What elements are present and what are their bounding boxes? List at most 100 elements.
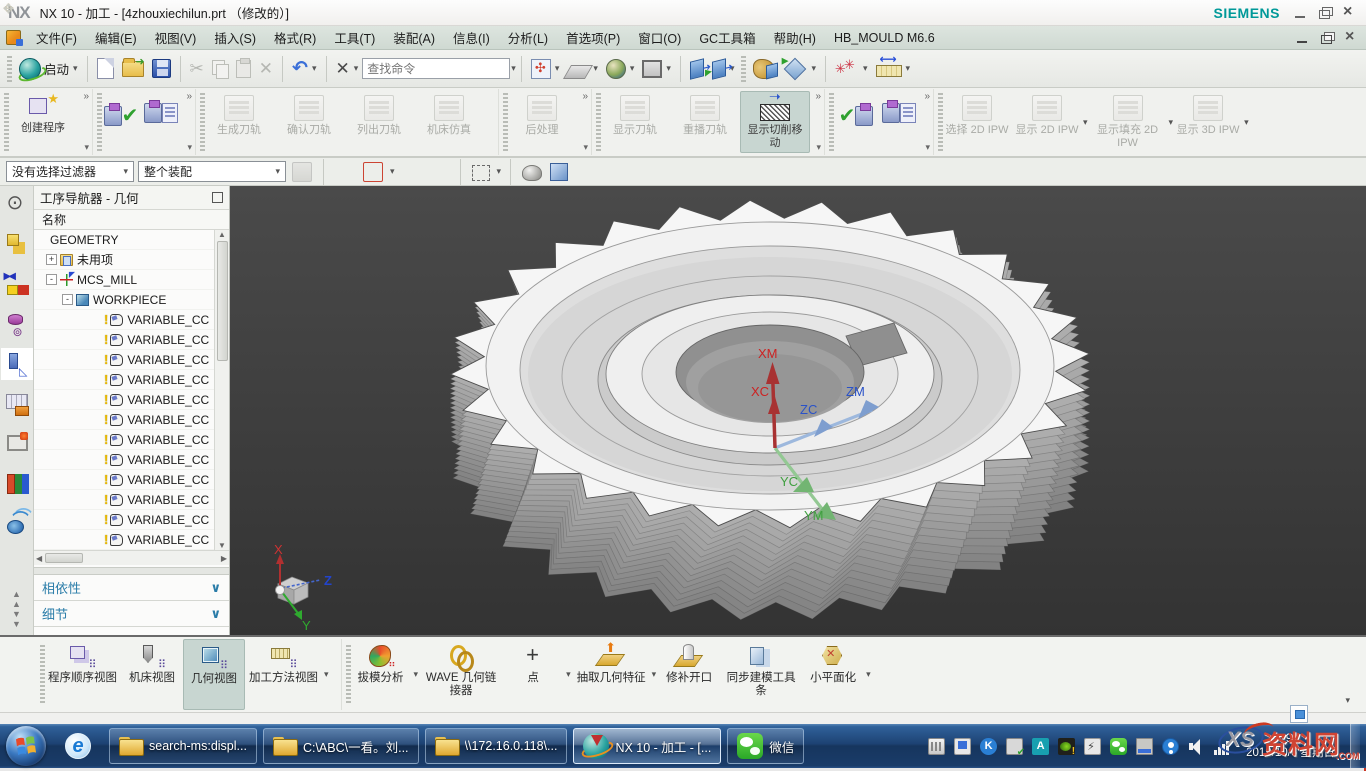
usb-tray-icon[interactable] [954,738,971,755]
dependencies-section[interactable]: 相依性∨ [34,575,229,601]
selection-scope-dropdown[interactable]: 整个装配▾ [138,161,286,182]
toolbar-grip-2[interactable] [741,56,746,82]
open-file-button[interactable] [118,59,148,79]
bottom-toolbar-button[interactable]: 点 [502,639,564,710]
part-navigator-icon[interactable] [5,312,29,336]
measure-button[interactable]: ▾ [831,57,872,81]
bottom-toolbar-button[interactable]: 抽取几何特征 [573,639,650,710]
tree-row[interactable]: ! GEOMETRY [34,230,214,250]
snap-point-icon-2[interactable] [363,162,383,182]
start-menu-button[interactable]: 启动▾ [15,56,82,82]
tree-row[interactable]: ! VARIABLE_CC [34,390,214,410]
web-browser-icon[interactable] [5,512,29,536]
edit-section-button[interactable]: ▾ [708,58,739,80]
tree-row[interactable]: ! VARIABLE_CC [34,510,214,530]
graphics-viewport[interactable]: XM XC ZM ZC YC YM X Z Y [230,186,1366,635]
check-workpiece-button[interactable]: ✔ [833,91,879,153]
roles-gear-icon[interactable] [5,192,29,216]
show-desktop-button[interactable] [1350,724,1360,768]
tree-horizontal-scrollbar[interactable]: ◀▶ [34,550,229,565]
minimize-button[interactable] [1294,7,1308,19]
tree-row[interactable]: ! VARIABLE_CC [34,430,214,450]
rectangle-select-icon[interactable] [472,165,490,181]
move-component-button[interactable]: ▾ [779,57,820,81]
doc-minimize-button[interactable] [1296,32,1310,44]
start-orb[interactable] [6,726,46,766]
render-style-button[interactable]: ▾ [602,57,639,81]
fit-view-button[interactable]: ▾ [527,57,564,81]
menu-item[interactable]: 首选项(P) [557,25,629,50]
menu-item[interactable]: 格式(R) [265,25,325,50]
menu-item[interactable]: 帮助(H) [765,25,825,50]
assembly-constraints-button[interactable] [749,57,779,81]
power-plug-tray-icon[interactable] [1084,738,1101,755]
tree-row[interactable]: ! VARIABLE_CC [34,350,214,370]
toolbar-overflow-caret[interactable]: ▾ [1339,695,1356,710]
display-tray-icon[interactable] [1136,738,1153,755]
taskbar-browser-button[interactable]: e [56,728,100,764]
new-file-button[interactable] [93,56,118,81]
navigator-pin-button[interactable] [212,192,223,203]
doc-close-button[interactable] [1344,32,1358,44]
snap-point-icon-1[interactable] [335,162,355,182]
menu-item[interactable]: 文件(F) [27,25,86,50]
button-caret[interactable]: ▾ [324,669,329,680]
workpiece-list-button[interactable] [879,91,919,153]
command-finder[interactable] [362,58,510,79]
bottom-toolbar-button[interactable]: 几何视图 [183,639,245,710]
save-button[interactable] [148,57,175,80]
taskbar-app-button[interactable]: \\172.16.0.118\... [425,728,568,764]
finder-caret[interactable]: ▾ [511,63,516,74]
snap-point-icon-4[interactable] [429,162,449,182]
selection-filter-dropdown[interactable]: 没有选择过滤器▾ [6,161,134,182]
bottom-toolbar-button[interactable]: 小平面化 [802,639,864,710]
create-tool-button[interactable]: ✔ [101,91,141,153]
doc-restore-button[interactable] [1320,32,1334,44]
bottom-toolbar-button[interactable]: 程序顺序视图 [44,639,121,710]
show-cutting-moves-button[interactable]: 显示切削移动 [740,91,810,153]
taskbar-app-button[interactable]: NX 10 - 加工 - [... [573,728,721,764]
menu-item[interactable]: GC工具箱 [690,25,764,50]
machine-navigator-icon[interactable] [5,392,29,416]
tree-row[interactable]: - ! WORKPIECE [34,290,214,310]
bottom-toolbar-button[interactable]: 同步建模工具条 [720,639,802,710]
tree-row[interactable]: ! VARIABLE_CC [34,490,214,510]
tree-expander[interactable]: - [46,274,57,285]
create-program-button[interactable]: 创建程序 [8,91,78,153]
resource-bar-arrows[interactable]: ▲▲▼▼ [12,589,21,629]
snap-point-icon-3[interactable] [401,162,421,182]
menu-item[interactable]: 插入(S) [205,25,265,50]
tree-row[interactable]: ! VARIABLE_CC [34,530,214,550]
keyboard-tray-icon[interactable] [928,738,945,755]
tree-vertical-scrollbar[interactable]: ▲▼ [214,230,229,550]
bottom-toolbar-button[interactable]: 修补开口 [658,639,720,710]
button-caret[interactable]: ▾ [414,669,419,680]
menu-item[interactable]: 窗口(O) [629,25,690,50]
tree-expander[interactable]: + [46,254,57,265]
background-button[interactable]: ▾ [638,58,675,80]
tree-row[interactable]: ! VARIABLE_CC [34,410,214,430]
bottom-toolbar-button[interactable]: 拔模分析 [350,639,412,710]
button-caret[interactable]: ▾ [866,669,871,680]
orient-view-button[interactable]: ▾ [563,57,602,81]
details-section[interactable]: 细节∨ [34,601,229,627]
operation-navigator-icon[interactable] [5,352,29,376]
command-finder-input[interactable] [367,62,522,76]
menu-item[interactable]: 视图(V) [146,25,206,50]
taskbar-app-button[interactable]: search-ms:displ... [109,728,257,764]
toolbar-grip[interactable] [7,56,12,82]
menu-item[interactable]: 工具(T) [325,25,384,50]
menu-item[interactable]: 分析(L) [499,25,557,50]
menu-item[interactable]: 装配(A) [384,25,444,50]
tree-row[interactable]: ! VARIABLE_CC [34,370,214,390]
menu-item[interactable]: 信息(I) [444,25,499,50]
menu-item-hb-mould[interactable]: HB_MOULD M6.6 [825,28,944,48]
volume-tray-icon[interactable] [1188,738,1205,755]
usb-safe-remove-icon[interactable] [1006,738,1023,755]
tree-row[interactable]: ! VARIABLE_CC [34,310,214,330]
process-monitor-icon[interactable] [5,432,29,456]
screen-clip-tool-icon[interactable] [1290,705,1308,723]
tree-expander[interactable]: - [62,294,73,305]
security-shield-tray-icon[interactable] [1162,738,1179,755]
taskbar-app-button[interactable]: C:\ABC\一看。刘... [263,728,419,764]
